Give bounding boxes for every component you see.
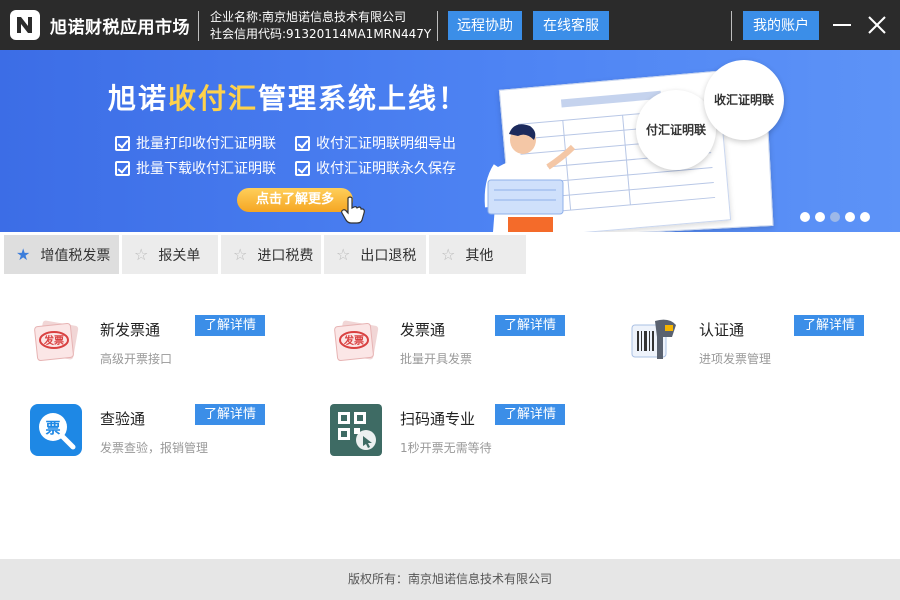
learn-details-button[interactable]: 了解详情 [195,404,265,425]
star-outline-icon: ☆ [336,245,351,264]
app-name: 发票通 [400,321,446,339]
credit-code: 社会信用代码:91320114MA1MRN447Y [210,27,432,41]
learn-details-button[interactable]: 了解详情 [195,315,265,336]
divider [731,11,732,41]
carousel-dot[interactable] [845,212,855,222]
app-title: 旭诺财税应用市场 [50,18,190,38]
banner-feature: 收付汇证明联明细导出 [295,133,456,153]
banner-feature: 批量下载收付汇证明联 [115,158,276,178]
svg-text:票: 票 [45,419,60,437]
tab-customs-declaration[interactable]: ☆ 报关单 [122,235,218,274]
person-illustration-icon [484,124,576,232]
promo-banner[interactable]: 旭诺收付汇管理系统上线！ 批量打印收付汇证明联 收付汇证明联明细导出 批量下载收… [0,50,900,232]
banner-feature: 收付汇证明联永久保存 [295,158,456,178]
minimize-icon[interactable] [830,13,854,37]
barcode-scanner-icon [631,319,676,359]
badge-receipt-certificate: 收汇证明联 [704,60,784,140]
app-description: 高级开票接口 [100,352,173,366]
carousel-dots [800,212,875,222]
close-icon[interactable] [865,13,889,37]
learn-details-button[interactable]: 了解详情 [794,315,864,336]
svg-text:发票: 发票 [343,334,364,347]
carousel-dot[interactable] [800,212,810,222]
tab-export-rebate[interactable]: ☆ 出口退税 [324,235,426,274]
banner-feature: 批量打印收付汇证明联 [115,133,276,153]
svg-text:发票: 发票 [43,334,64,347]
footer-copyright: 版权所有：南京旭诺信息技术有限公司 [0,559,900,600]
app-description: 进项发票管理 [699,352,772,366]
app-name: 认证通 [699,321,745,339]
app-description: 批量开具发票 [400,352,473,366]
star-outline-icon: ☆ [233,245,248,264]
qr-scan-icon [330,404,382,456]
invoice-search-icon: 票 [30,404,82,456]
learn-more-button[interactable]: 点击了解更多 [237,188,353,212]
my-account-button[interactable]: 我的账户 [743,11,819,40]
learn-details-button[interactable]: 了解详情 [495,315,565,336]
hand-cursor-icon [341,196,365,224]
app-description: 发票查验，报销管理 [100,441,209,455]
invoice-stamp-icon: 发票 [334,320,379,361]
carousel-dot[interactable] [815,212,825,222]
carousel-dot-active[interactable] [830,212,840,222]
title-bar: 旭诺财税应用市场 企业名称:南京旭诺信息技术有限公司 社会信用代码:913201… [0,0,900,50]
checkbox-icon [115,135,130,151]
tab-vat-invoice[interactable]: ★ 增值税发票 [4,235,119,274]
divider [198,11,199,41]
learn-details-button[interactable]: 了解详情 [495,404,565,425]
app-logo-icon [10,10,40,40]
app-name: 扫码通专业 [400,410,476,428]
online-service-button[interactable]: 在线客服 [533,11,609,40]
banner-title: 旭诺收付汇管理系统上线！ [108,82,469,115]
invoice-stamp-icon: 发票 [34,320,79,361]
carousel-dot[interactable] [860,212,870,222]
checkbox-icon [115,160,130,176]
app-name: 查验通 [100,410,146,428]
app-description: 1秒开票无需等待 [400,441,492,455]
company-name: 企业名称:南京旭诺信息技术有限公司 [210,10,407,24]
company-info: 企业名称:南京旭诺信息技术有限公司 社会信用代码:91320114MA1MRN4… [210,9,431,43]
app-name: 新发票通 [100,321,161,339]
star-outline-icon: ☆ [441,245,456,264]
app-grid: 发票 新发票通 高级开票接口 了解详情 发票 发票通 批量开具发票 了解详情 认… [0,274,900,559]
checkbox-icon [295,135,310,151]
category-tabs: ★ 增值税发票 ☆ 报关单 ☆ 进口税费 ☆ 出口退税 ☆ 其他 [0,232,900,274]
star-icon: ★ [16,245,31,264]
tab-import-tax[interactable]: ☆ 进口税费 [221,235,321,274]
tab-other[interactable]: ☆ 其他 [429,235,526,274]
checkbox-icon [295,160,310,176]
star-outline-icon: ☆ [134,245,149,264]
divider [437,11,438,41]
remote-help-button[interactable]: 远程协助 [448,11,522,40]
